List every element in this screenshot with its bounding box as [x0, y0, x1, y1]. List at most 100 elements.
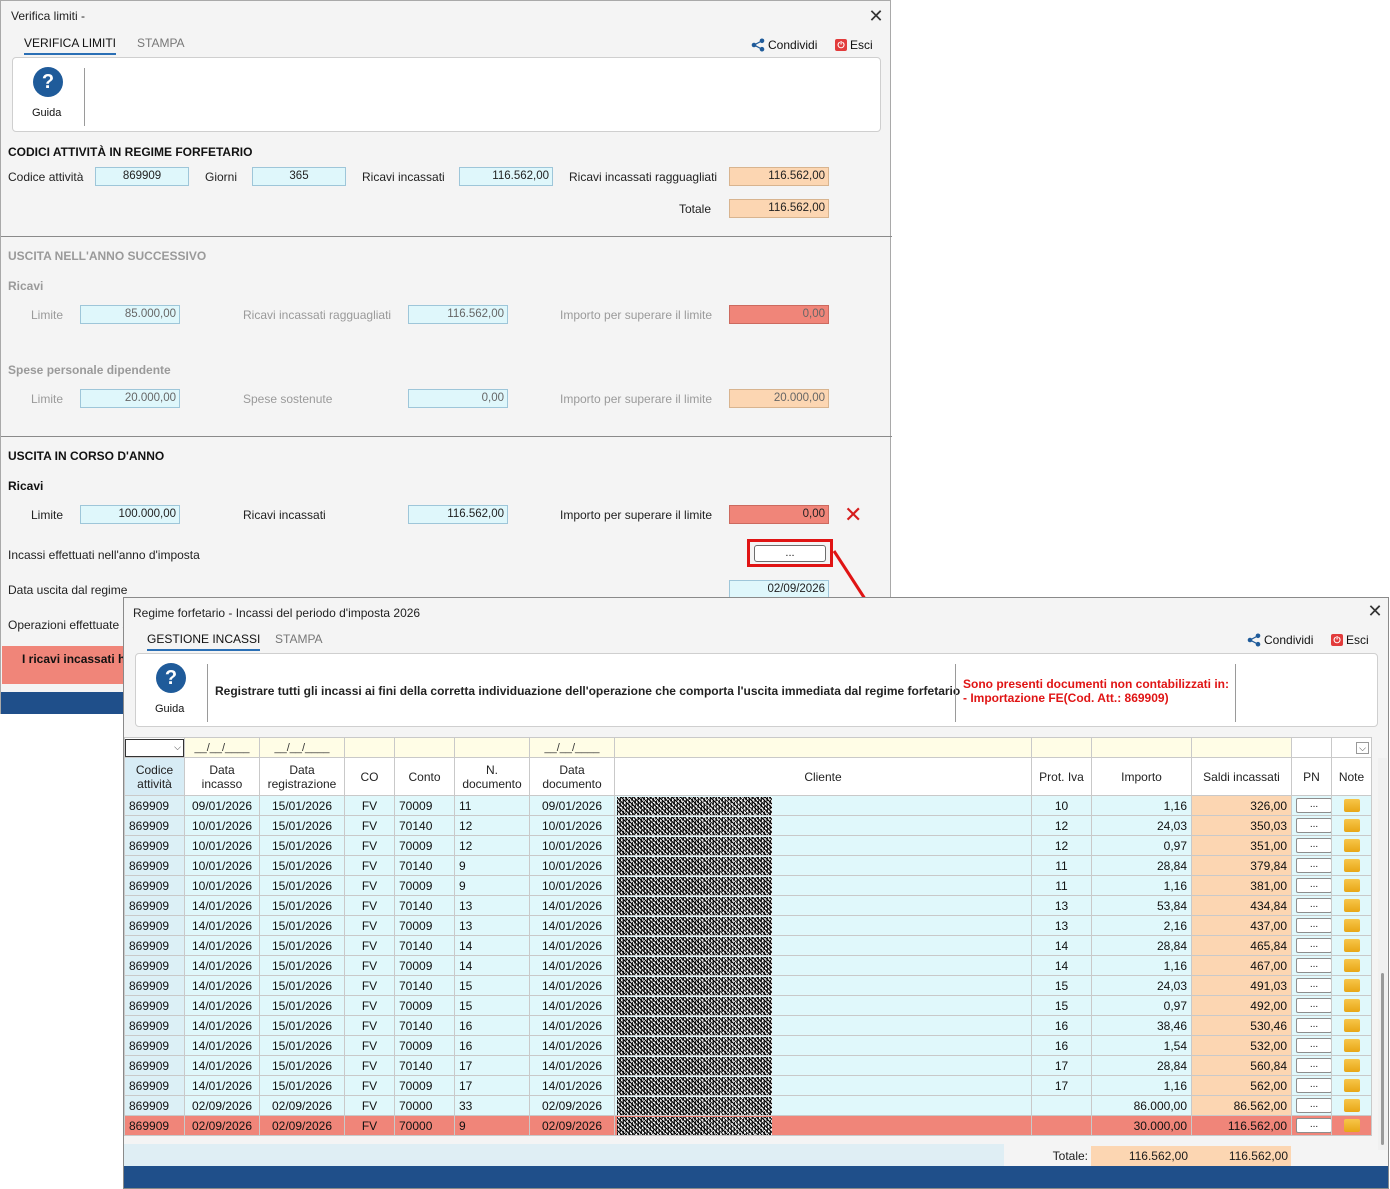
col-data-registrazione[interactable]: Data registrazione: [259, 757, 345, 796]
note-icon[interactable]: [1343, 899, 1360, 912]
note-icon[interactable]: [1343, 979, 1360, 992]
note-icon[interactable]: [1343, 1079, 1360, 1092]
giorni-field[interactable]: 365: [252, 167, 346, 186]
tab-verifica-limiti[interactable]: VERIFICA LIMITI: [24, 36, 117, 55]
col-codice-attivita[interactable]: Codice attività: [124, 757, 185, 796]
col-data-incasso[interactable]: Data incasso: [184, 757, 260, 796]
col-n-documento[interactable]: N. documento: [454, 757, 530, 796]
note-icon[interactable]: [1343, 939, 1360, 952]
close-icon-2[interactable]: ✕: [1365, 601, 1385, 621]
filter-cliente[interactable]: [614, 737, 1032, 758]
filter-ndoc[interactable]: [454, 737, 530, 758]
pn-button[interactable]: ...: [1296, 938, 1331, 953]
table-row[interactable]: 869909 10/01/2026 15/01/2026 FV 70009 9 10/01/…: [124, 875, 1372, 896]
note-icon[interactable]: [1343, 1019, 1360, 1032]
pn-button[interactable]: ...: [1296, 1038, 1331, 1053]
note-icon[interactable]: [1343, 1059, 1360, 1072]
share-button-2[interactable]: Condividi: [1247, 633, 1313, 647]
close-icon[interactable]: ✕: [866, 6, 886, 26]
pn-button[interactable]: ...: [1296, 1078, 1331, 1093]
note-icon[interactable]: [1343, 1039, 1360, 1052]
table-row[interactable]: 869909 14/01/2026 15/01/2026 FV 70009 16 14/01…: [124, 1035, 1372, 1056]
note-icon[interactable]: [1343, 879, 1360, 892]
incassi-open-button[interactable]: ...: [754, 545, 826, 562]
col-pn[interactable]: PN: [1291, 757, 1332, 796]
table-row[interactable]: 869909 14/01/2026 15/01/2026 FV 70140 15 14/01…: [124, 975, 1372, 996]
pn-button[interactable]: ...: [1296, 838, 1331, 853]
note-icon[interactable]: [1343, 799, 1360, 812]
table-row[interactable]: 869909 09/01/2026 15/01/2026 FV 70009 11 09/01…: [124, 795, 1372, 816]
col-prot-iva[interactable]: Prot. Iva: [1031, 757, 1092, 796]
note-icon[interactable]: [1343, 859, 1360, 872]
filter-data-documento[interactable]: __/__/____: [529, 737, 615, 758]
pn-button[interactable]: ...: [1296, 918, 1331, 933]
filter-prot[interactable]: [1031, 737, 1092, 758]
col-note[interactable]: Note: [1331, 757, 1372, 796]
col-data-documento[interactable]: Data documento: [529, 757, 615, 796]
filter-codice-select[interactable]: ⌵: [124, 737, 185, 758]
pn-button[interactable]: ...: [1296, 1118, 1331, 1133]
col-importo[interactable]: Importo: [1091, 757, 1192, 796]
note-icon[interactable]: [1343, 919, 1360, 932]
pn-button[interactable]: ...: [1296, 818, 1331, 833]
table-row[interactable]: 869909 02/09/2026 02/09/2026 FV 70000 9 02/09/…: [124, 1115, 1372, 1136]
guide-label[interactable]: Guida: [32, 107, 61, 119]
pn-button[interactable]: ...: [1296, 958, 1331, 973]
note-icon[interactable]: [1343, 999, 1360, 1012]
note-icon[interactable]: [1343, 819, 1360, 832]
filter-importo[interactable]: [1091, 737, 1192, 758]
table-row[interactable]: 869909 14/01/2026 15/01/2026 FV 70009 14 14/01…: [124, 955, 1372, 976]
table-row[interactable]: 869909 14/01/2026 15/01/2026 FV 70009 13 14/01…: [124, 915, 1372, 936]
table-row[interactable]: 869909 14/01/2026 15/01/2026 FV 70140 14 14/01…: [124, 935, 1372, 956]
share-button[interactable]: Condividi: [751, 38, 817, 52]
pn-button[interactable]: ...: [1296, 1018, 1331, 1033]
col-cliente[interactable]: Cliente: [614, 757, 1032, 796]
tab-gestione-incassi[interactable]: GESTIONE INCASSI: [147, 632, 261, 651]
exit-button[interactable]: ⏻ Esci: [835, 38, 873, 52]
pn-button[interactable]: ...: [1296, 878, 1331, 893]
pn-button[interactable]: ...: [1296, 978, 1331, 993]
spese-limite-field[interactable]: 20.000,00: [80, 389, 180, 408]
table-row[interactable]: 869909 14/01/2026 15/01/2026 FV 70140 16 14/01…: [124, 1015, 1372, 1036]
table-row[interactable]: 869909 14/01/2026 15/01/2026 FV 70009 15 14/01…: [124, 995, 1372, 1016]
table-row[interactable]: 869909 14/01/2026 15/01/2026 FV 70009 17 14/01…: [124, 1075, 1372, 1096]
table-row[interactable]: 869909 10/01/2026 15/01/2026 FV 70140 12 10/01…: [124, 815, 1372, 836]
table-row[interactable]: 869909 10/01/2026 15/01/2026 FV 70009 12 10/01…: [124, 835, 1372, 856]
successivo-limite-field[interactable]: 85.000,00: [80, 305, 180, 324]
guide-label-2[interactable]: Guida: [155, 703, 184, 715]
table-row[interactable]: 869909 14/01/2026 15/01/2026 FV 70140 13 14/01…: [124, 895, 1372, 916]
col-saldi-incassati[interactable]: Saldi incassati: [1191, 757, 1292, 796]
table-row[interactable]: 869909 14/01/2026 15/01/2026 FV 70140 17 14/01…: [124, 1055, 1372, 1076]
pn-button[interactable]: ...: [1296, 1098, 1331, 1113]
ricavi-incassati-field[interactable]: 116.562,00: [459, 167, 553, 186]
filter-data-incasso[interactable]: __/__/____: [184, 737, 260, 758]
help-icon-2[interactable]: ?: [156, 663, 186, 693]
note-icon[interactable]: [1343, 1099, 1360, 1112]
tab-stampa[interactable]: STAMPA: [137, 36, 185, 50]
note-icon[interactable]: [1343, 1119, 1360, 1132]
scrollbar-thumb[interactable]: [1381, 973, 1384, 1145]
corso-limite-field[interactable]: 100.000,00: [80, 505, 180, 524]
help-icon[interactable]: ?: [33, 67, 63, 97]
redacted-client: [617, 936, 772, 955]
col-conto[interactable]: Conto: [394, 757, 455, 796]
filter-data-registrazione[interactable]: __/__/____: [259, 737, 345, 758]
pn-button[interactable]: ...: [1296, 898, 1331, 913]
vertical-scrollbar[interactable]: [1378, 758, 1387, 1150]
col-co[interactable]: CO: [344, 757, 395, 796]
filter-co[interactable]: [344, 737, 395, 758]
filter-saldi[interactable]: [1191, 737, 1292, 758]
exit-button-2[interactable]: ⏻ Esci: [1331, 633, 1369, 647]
table-row[interactable]: 869909 02/09/2026 02/09/2026 FV 70000 33 02/09…: [124, 1095, 1372, 1116]
tab-stampa-2[interactable]: STAMPA: [275, 632, 323, 646]
pn-button[interactable]: ...: [1296, 998, 1331, 1013]
pn-button[interactable]: ...: [1296, 798, 1331, 813]
table-row[interactable]: 869909 10/01/2026 15/01/2026 FV 70140 9 10/01/…: [124, 855, 1372, 876]
filter-note-select[interactable]: ⌵: [1331, 737, 1372, 758]
note-icon[interactable]: [1343, 839, 1360, 852]
filter-conto[interactable]: [394, 737, 455, 758]
note-icon[interactable]: [1343, 959, 1360, 972]
pn-button[interactable]: ...: [1296, 858, 1331, 873]
codice-attivita-field[interactable]: 869909: [95, 167, 189, 186]
pn-button[interactable]: ...: [1296, 1058, 1331, 1073]
